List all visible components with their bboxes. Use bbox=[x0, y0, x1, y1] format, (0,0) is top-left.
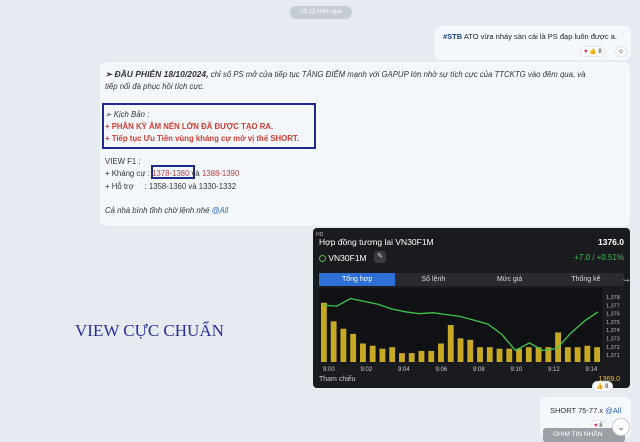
headline-date: ➢ ĐẦU PHIÊN 18/10/2024, bbox=[105, 69, 209, 79]
mention-all-link[interactable]: @All bbox=[212, 206, 229, 215]
view-caption: VIEW CỰC CHUẨN bbox=[75, 321, 224, 340]
message-bubble[interactable]: #STB ATO vừa nháy sàn cái là PS đạp luôn… bbox=[435, 26, 631, 60]
tab-summary[interactable]: Tổng hợp bbox=[319, 273, 396, 286]
add-reaction-icon[interactable]: ☺ bbox=[615, 46, 627, 57]
volume-bar bbox=[399, 353, 405, 362]
price-change: +7.0 / +0.51% bbox=[574, 253, 624, 262]
x-tick-label: 9:12 bbox=[548, 367, 560, 373]
footer-text: Cả nhà bình tĩnh chờ lệnh nhé bbox=[105, 206, 212, 215]
intraday-chart: 1,378 1,377 1,376 1,375 1,374 1,373 1,372 1,371… bbox=[319, 288, 620, 373]
volume-bar bbox=[359, 343, 366, 362]
view-title: VIEW F1 : bbox=[105, 157, 141, 166]
x-tick-label: 9:02 bbox=[361, 367, 373, 373]
scenario-item-2: + Tiếp tục Ưu Tiên vùng kháng cự mở vị t… bbox=[105, 134, 299, 143]
tab-price-level[interactable]: Mức giá bbox=[472, 273, 548, 286]
volume-bar bbox=[496, 348, 503, 362]
message-text: #STB ATO vừa nháy sàn cái là PS đạp luôn… bbox=[443, 32, 617, 41]
symbol-text: VN30F1M bbox=[328, 253, 367, 263]
y-tick-label: 1,373 bbox=[606, 337, 620, 343]
y-tick-label: 1,376 bbox=[606, 312, 620, 318]
volume-bar bbox=[594, 347, 601, 362]
volume-bar bbox=[320, 302, 327, 362]
volume-bar bbox=[389, 347, 396, 362]
reference-label: Tham chiếu bbox=[319, 376, 356, 383]
message-body: ATO vừa nháy sàn cái là PS đạp luôn được… bbox=[462, 32, 617, 41]
volume-bar bbox=[438, 343, 444, 362]
scenario-title: ➢ Kịch Bản : bbox=[105, 110, 150, 119]
volume-bar bbox=[506, 348, 513, 362]
mention-all-link[interactable]: @All bbox=[605, 406, 621, 415]
reaction-pill[interactable]: ♥ 👍 8 bbox=[580, 46, 606, 57]
volume-bar bbox=[457, 338, 464, 362]
x-tick-label: 9:10 bbox=[511, 367, 523, 373]
resistance-value-1: 1378-1380 bbox=[152, 169, 190, 178]
volume-bar bbox=[477, 347, 483, 362]
volume-bar bbox=[379, 348, 386, 362]
volume-bar bbox=[516, 348, 522, 362]
footer-line: Cả nhà bình tĩnh chờ lệnh nhé @All bbox=[105, 206, 228, 215]
volume-bar bbox=[574, 347, 581, 362]
volume-bar bbox=[369, 345, 376, 362]
thumbs-up-icon: 👍 bbox=[589, 49, 597, 55]
heart-icon: ♥ bbox=[584, 49, 588, 55]
current-price: 1376.0 bbox=[598, 237, 624, 247]
x-tick-label: 9:06 bbox=[436, 367, 448, 373]
volume-bar bbox=[418, 350, 425, 362]
x-tick-label: 9:08 bbox=[473, 367, 485, 373]
message-bubble-analysis[interactable]: ➢ ĐẦU PHIÊN 18/10/2024, chỉ số PS mở cửa… bbox=[100, 62, 630, 226]
resistance-and: và bbox=[189, 169, 202, 178]
y-tick-label: 1,377 bbox=[606, 303, 620, 309]
volume-bar bbox=[428, 350, 435, 362]
volume-bar bbox=[564, 347, 571, 362]
hashtag-link[interactable]: #STB bbox=[443, 32, 462, 41]
headline-line: ➢ ĐẦU PHIÊN 18/10/2024, chỉ số PS mở cửa… bbox=[105, 69, 586, 80]
message-text: SHORT 75-77.x @All bbox=[550, 406, 621, 415]
volume-bar bbox=[330, 321, 337, 362]
resistance-value-2: 1388-1390 bbox=[201, 169, 240, 178]
volume-bar bbox=[447, 325, 454, 362]
support-line: + Hỗ trợ : 1358-1360 và 1330-1332 bbox=[105, 182, 236, 191]
scroll-down-icon[interactable]: ⌄ bbox=[612, 418, 630, 436]
reaction-count: 8 bbox=[605, 384, 609, 390]
thumbs-up-icon: 👍 bbox=[596, 384, 604, 390]
timestamp-divider: 09:12 Hôm qua bbox=[290, 6, 352, 19]
volume-bar bbox=[467, 339, 474, 362]
support-values: : 1358-1360 và 1330-1332 bbox=[144, 182, 237, 191]
edit-icon[interactable]: ✎ bbox=[374, 251, 386, 263]
symbol-label: VN30F1M bbox=[319, 253, 367, 263]
x-tick-label: 9:04 bbox=[398, 367, 410, 373]
message-body: SHORT 75-77.x bbox=[550, 406, 606, 415]
x-tick-label: 9:00 bbox=[323, 367, 335, 373]
y-tick-label: 1,372 bbox=[606, 345, 620, 351]
support-label: + Hỗ trợ bbox=[105, 182, 134, 191]
forward-icon[interactable]: ↪ bbox=[623, 276, 631, 286]
resistance-label: + Kháng cự : bbox=[105, 169, 150, 178]
y-tick-label: 1,375 bbox=[606, 320, 620, 326]
volume-bar bbox=[486, 347, 493, 362]
headline-line-2: tiếp nối đà phục hồi tích cực. bbox=[105, 82, 205, 91]
y-tick-label: 1,374 bbox=[606, 328, 620, 334]
volume-bar bbox=[350, 333, 357, 362]
scenario-item-1: + PHÂN KỲ ÂM NẾN LỚN ĐÃ ĐƯỢC TẠO RA. bbox=[105, 122, 274, 131]
volume-bar bbox=[408, 353, 415, 362]
trading-app-screenshot[interactable]: HD Hợp đồng tương lai VN30F1M 1376.0 VN3… bbox=[313, 228, 630, 388]
headline-text: chỉ số PS mở cửa tiếp tục TĂNG ĐIỂM mạnh… bbox=[208, 70, 586, 79]
contract-title: Hợp đồng tương lai VN30F1M bbox=[319, 237, 434, 247]
volume-bar bbox=[525, 347, 532, 362]
tab-statistics[interactable]: Thống kê bbox=[548, 273, 624, 286]
resistance-line: + Kháng cự : 1378-1380 và 1388-1390 bbox=[105, 169, 239, 178]
volume-bar bbox=[584, 345, 591, 362]
status-dot-icon bbox=[319, 255, 326, 262]
reaction-pill[interactable]: 👍 8 bbox=[592, 381, 613, 392]
reaction-count: 8 bbox=[598, 49, 602, 55]
x-tick-label: 9:14 bbox=[586, 367, 598, 373]
y-tick-label: 1,371 bbox=[606, 353, 620, 359]
volume-bar bbox=[340, 328, 347, 362]
tab-order-book[interactable]: Sổ lệnh bbox=[395, 273, 471, 286]
chart-tabs: Tổng hợp Sổ lệnh Mức giá Thống kê bbox=[319, 273, 624, 286]
y-tick-label: 1,378 bbox=[606, 295, 620, 301]
